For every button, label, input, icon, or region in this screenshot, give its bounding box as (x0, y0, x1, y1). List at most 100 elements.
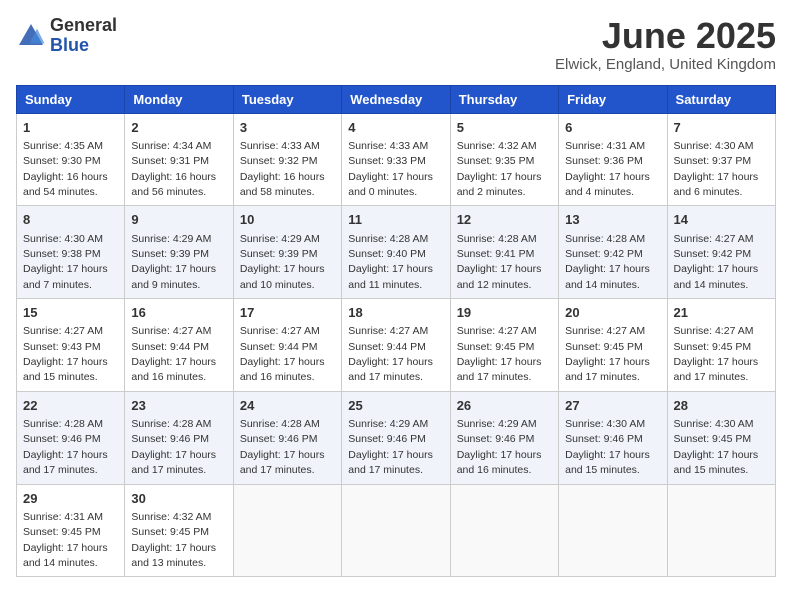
day-number: 15 (23, 304, 118, 322)
sunset-info: Sunset: 9:46 PM (348, 433, 426, 445)
day-number: 11 (348, 211, 443, 229)
day-number: 18 (348, 304, 443, 322)
header: General Blue June 2025 Elwick, England, … (16, 16, 776, 73)
daylight-info: Daylight: 17 hours and 17 minutes. (674, 356, 759, 383)
calendar-week-row: 8 Sunrise: 4:30 AM Sunset: 9:38 PM Dayli… (17, 206, 776, 299)
sunset-info: Sunset: 9:44 PM (240, 341, 318, 353)
calendar-day-cell: 17 Sunrise: 4:27 AM Sunset: 9:44 PM Dayl… (233, 299, 341, 392)
calendar-day-cell: 8 Sunrise: 4:30 AM Sunset: 9:38 PM Dayli… (17, 206, 125, 299)
calendar-week-row: 22 Sunrise: 4:28 AM Sunset: 9:46 PM Dayl… (17, 391, 776, 484)
sunset-info: Sunset: 9:39 PM (131, 248, 209, 260)
sunrise-info: Sunrise: 4:27 AM (348, 325, 428, 337)
sunrise-info: Sunrise: 4:28 AM (23, 418, 103, 430)
sunrise-info: Sunrise: 4:27 AM (240, 325, 320, 337)
sunrise-info: Sunrise: 4:27 AM (674, 233, 754, 245)
calendar-day-cell: 29 Sunrise: 4:31 AM Sunset: 9:45 PM Dayl… (17, 484, 125, 577)
sunset-info: Sunset: 9:44 PM (348, 341, 426, 353)
sunset-info: Sunset: 9:38 PM (23, 248, 101, 260)
calendar-day-cell: 7 Sunrise: 4:30 AM Sunset: 9:37 PM Dayli… (667, 113, 775, 206)
calendar-day-cell: 9 Sunrise: 4:29 AM Sunset: 9:39 PM Dayli… (125, 206, 233, 299)
sunset-info: Sunset: 9:37 PM (674, 155, 752, 167)
sunrise-info: Sunrise: 4:30 AM (23, 233, 103, 245)
calendar-day-cell: 21 Sunrise: 4:27 AM Sunset: 9:45 PM Dayl… (667, 299, 775, 392)
sunrise-info: Sunrise: 4:31 AM (23, 511, 103, 523)
daylight-info: Daylight: 17 hours and 16 minutes. (240, 356, 325, 383)
calendar-day-cell (559, 484, 667, 577)
sunrise-info: Sunrise: 4:27 AM (131, 325, 211, 337)
sunset-info: Sunset: 9:45 PM (23, 526, 101, 538)
sunrise-info: Sunrise: 4:30 AM (674, 418, 754, 430)
sunrise-info: Sunrise: 4:27 AM (457, 325, 537, 337)
day-number: 28 (674, 397, 769, 415)
calendar: SundayMondayTuesdayWednesdayThursdayFrid… (16, 85, 776, 578)
day-number: 3 (240, 119, 335, 137)
sunrise-info: Sunrise: 4:29 AM (457, 418, 537, 430)
daylight-info: Daylight: 17 hours and 16 minutes. (131, 356, 216, 383)
calendar-day-cell: 23 Sunrise: 4:28 AM Sunset: 9:46 PM Dayl… (125, 391, 233, 484)
day-of-week-header: Friday (559, 85, 667, 113)
day-number: 22 (23, 397, 118, 415)
daylight-info: Daylight: 17 hours and 14 minutes. (565, 263, 650, 290)
sunrise-info: Sunrise: 4:27 AM (674, 325, 754, 337)
sunset-info: Sunset: 9:45 PM (565, 341, 643, 353)
daylight-info: Daylight: 17 hours and 7 minutes. (23, 263, 108, 290)
day-number: 8 (23, 211, 118, 229)
calendar-day-cell: 12 Sunrise: 4:28 AM Sunset: 9:41 PM Dayl… (450, 206, 558, 299)
calendar-day-cell: 24 Sunrise: 4:28 AM Sunset: 9:46 PM Dayl… (233, 391, 341, 484)
daylight-info: Daylight: 17 hours and 6 minutes. (674, 171, 759, 198)
day-number: 5 (457, 119, 552, 137)
day-number: 24 (240, 397, 335, 415)
day-number: 12 (457, 211, 552, 229)
calendar-day-cell (450, 484, 558, 577)
sunset-info: Sunset: 9:33 PM (348, 155, 426, 167)
day-of-week-header: Monday (125, 85, 233, 113)
daylight-info: Daylight: 17 hours and 9 minutes. (131, 263, 216, 290)
daylight-info: Daylight: 17 hours and 17 minutes. (348, 356, 433, 383)
sunset-info: Sunset: 9:45 PM (674, 433, 752, 445)
daylight-info: Daylight: 17 hours and 12 minutes. (457, 263, 542, 290)
sunrise-info: Sunrise: 4:33 AM (240, 140, 320, 152)
sunrise-info: Sunrise: 4:33 AM (348, 140, 428, 152)
calendar-day-cell: 22 Sunrise: 4:28 AM Sunset: 9:46 PM Dayl… (17, 391, 125, 484)
sunrise-info: Sunrise: 4:32 AM (457, 140, 537, 152)
sunrise-info: Sunrise: 4:28 AM (240, 418, 320, 430)
calendar-day-cell: 6 Sunrise: 4:31 AM Sunset: 9:36 PM Dayli… (559, 113, 667, 206)
day-number: 14 (674, 211, 769, 229)
daylight-info: Daylight: 17 hours and 16 minutes. (457, 449, 542, 476)
sunset-info: Sunset: 9:45 PM (131, 526, 209, 538)
calendar-day-cell (233, 484, 341, 577)
sunset-info: Sunset: 9:46 PM (240, 433, 318, 445)
sunrise-info: Sunrise: 4:28 AM (131, 418, 211, 430)
sunrise-info: Sunrise: 4:35 AM (23, 140, 103, 152)
day-number: 7 (674, 119, 769, 137)
sunrise-info: Sunrise: 4:28 AM (565, 233, 645, 245)
day-number: 20 (565, 304, 660, 322)
sunset-info: Sunset: 9:46 PM (457, 433, 535, 445)
sunset-info: Sunset: 9:35 PM (457, 155, 535, 167)
sunset-info: Sunset: 9:45 PM (457, 341, 535, 353)
logo-icon (16, 21, 46, 51)
daylight-info: Daylight: 17 hours and 11 minutes. (348, 263, 433, 290)
daylight-info: Daylight: 17 hours and 13 minutes. (131, 542, 216, 569)
sunrise-info: Sunrise: 4:27 AM (23, 325, 103, 337)
daylight-info: Daylight: 17 hours and 15 minutes. (565, 449, 650, 476)
sunset-info: Sunset: 9:44 PM (131, 341, 209, 353)
title-area: June 2025 Elwick, England, United Kingdo… (555, 16, 776, 73)
day-number: 17 (240, 304, 335, 322)
calendar-day-cell: 25 Sunrise: 4:29 AM Sunset: 9:46 PM Dayl… (342, 391, 450, 484)
sunset-info: Sunset: 9:46 PM (23, 433, 101, 445)
sunset-info: Sunset: 9:39 PM (240, 248, 318, 260)
calendar-day-cell: 27 Sunrise: 4:30 AM Sunset: 9:46 PM Dayl… (559, 391, 667, 484)
sunrise-info: Sunrise: 4:32 AM (131, 511, 211, 523)
sunset-info: Sunset: 9:42 PM (674, 248, 752, 260)
sunrise-info: Sunrise: 4:30 AM (674, 140, 754, 152)
calendar-day-cell: 3 Sunrise: 4:33 AM Sunset: 9:32 PM Dayli… (233, 113, 341, 206)
calendar-day-cell: 15 Sunrise: 4:27 AM Sunset: 9:43 PM Dayl… (17, 299, 125, 392)
day-number: 9 (131, 211, 226, 229)
sunset-info: Sunset: 9:41 PM (457, 248, 535, 260)
calendar-day-cell (667, 484, 775, 577)
calendar-day-cell: 4 Sunrise: 4:33 AM Sunset: 9:33 PM Dayli… (342, 113, 450, 206)
calendar-day-cell: 10 Sunrise: 4:29 AM Sunset: 9:39 PM Dayl… (233, 206, 341, 299)
day-number: 10 (240, 211, 335, 229)
month-title: June 2025 (555, 16, 776, 56)
